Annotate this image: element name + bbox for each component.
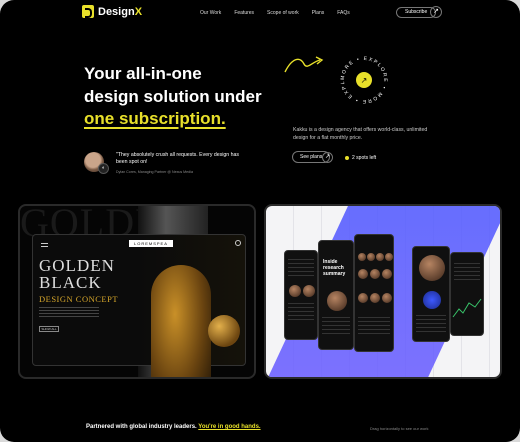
- swoosh-arrow-icon: [284, 56, 324, 73]
- search-icon: [235, 240, 241, 246]
- nav-item-faqs[interactable]: FAQs: [337, 10, 350, 16]
- portrait-gold-image: [151, 265, 211, 377]
- logo[interactable]: DesignX: [82, 5, 142, 18]
- body-text-lines: [39, 307, 99, 317]
- research-summary-title: Inside research summary: [323, 259, 346, 277]
- nav-item-features[interactable]: Features: [234, 10, 254, 16]
- drag-hint: Drag horizontally to see our work: [370, 426, 429, 431]
- testimonial-author: Dylan Cores, Managing Partner @ Nexus Me…: [116, 170, 193, 174]
- tablet-mockup: LOREMSPEA GOLDEN BLACK DESIGN CONCEPT SH…: [32, 234, 246, 377]
- status-dot-icon: [345, 156, 349, 160]
- phone-screen-3: [354, 234, 394, 352]
- phone-screen-4: [412, 246, 450, 342]
- show-all-button: SHOW ALL: [39, 326, 59, 332]
- headline-line-2: design solution under: [84, 86, 262, 106]
- headline-line-1: Your all-in-one: [84, 64, 202, 83]
- phone-screen-5: [450, 252, 484, 336]
- subscribe-arrow-icon[interactable]: ↗: [430, 6, 442, 18]
- spots-left-label: 2 spots left: [352, 155, 377, 161]
- showcase-card-app-screens[interactable]: Inside research summary: [264, 204, 502, 379]
- page-frame: DesignX Our Work Features Scope of work …: [0, 0, 520, 442]
- concept-title-line-1: GOLDEN: [39, 256, 115, 275]
- logo-icon: [82, 5, 94, 18]
- company-logo-icon: ◐: [98, 163, 109, 174]
- showcase-card-golden-black[interactable]: GOLDEN LOREMSPEA GOLDEN BLACK DESIGN CON…: [18, 204, 256, 379]
- brand-label: LOREMSPEA: [129, 240, 173, 247]
- logo-text: DesignX: [98, 5, 143, 18]
- explore-badge[interactable]: MORE • EXPLORE • MORE • EXPLORE • ↗: [336, 52, 392, 108]
- partners-text: Partnered with global industry leaders. …: [86, 424, 261, 430]
- gold-sphere-image: [208, 315, 240, 347]
- hero-description: Kakku is a design agency that offers wor…: [293, 127, 428, 141]
- chart-sparkline: [452, 298, 482, 318]
- phone-screen-2: Inside research summary: [318, 240, 354, 350]
- phone-screen-1: [284, 250, 318, 340]
- partners-highlight: You're in good hands.: [198, 424, 261, 430]
- nav-item-our-work[interactable]: Our Work: [200, 10, 221, 16]
- nav-item-scope-of-work[interactable]: Scope of work: [267, 10, 299, 16]
- hero-headline: Your all-in-one design solution under on…: [84, 63, 284, 131]
- badge-arrow-icon: ↗: [361, 76, 368, 85]
- nav-item-plans[interactable]: Plans: [312, 10, 325, 16]
- concept-title-line-2: BLACK: [39, 273, 102, 292]
- see-plans-arrow-icon[interactable]: ↗: [322, 152, 333, 163]
- testimonial-quote: "They absolutely crush all requests. Eve…: [116, 152, 239, 165]
- menu-icon: [41, 243, 48, 247]
- spots-left: 2 spots left: [345, 155, 376, 161]
- headline-highlight: one subscription.: [84, 109, 226, 128]
- concept-subtitle: DESIGN CONCEPT: [39, 294, 119, 304]
- main-nav: Our Work Features Scope of work Plans FA…: [200, 10, 350, 16]
